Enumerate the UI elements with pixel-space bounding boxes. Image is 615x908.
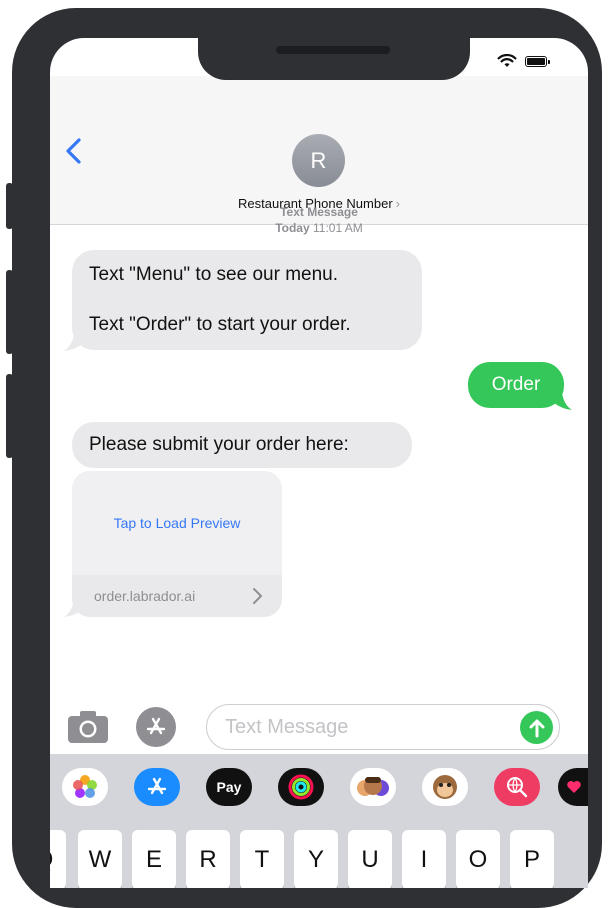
incoming-message-bubble[interactable]: Please submit your order here: [72, 422, 412, 468]
appstore-app-icon[interactable] [134, 768, 180, 806]
link-preview-card[interactable]: Tap to Load Preview order.labrador.ai [72, 471, 282, 617]
fitness-app-icon[interactable] [278, 768, 324, 806]
key-label: E [145, 846, 162, 873]
image-search-app-icon[interactable] [494, 768, 540, 806]
apple-pay-app-icon[interactable]: Pay [206, 768, 252, 806]
back-chevron-icon[interactable] [62, 136, 86, 166]
link-domain: order.labrador.ai [94, 588, 196, 604]
message-text-line: Text "Order" to start your order. [89, 314, 351, 335]
send-button[interactable] [520, 711, 553, 744]
chevron-right-icon [253, 588, 262, 604]
key-w[interactable]: W [78, 830, 122, 888]
tap-to-load-preview-link[interactable]: Tap to Load Preview [114, 515, 241, 531]
key-t[interactable]: T [240, 830, 284, 888]
key-label: W [88, 846, 112, 873]
notch [198, 38, 470, 80]
animoji-app-icon[interactable] [422, 768, 468, 806]
photos-flower-icon [73, 775, 97, 798]
key-o[interactable]: O [456, 830, 500, 888]
key-label: P [523, 846, 540, 873]
key-label: R [199, 846, 217, 873]
globe-search-icon [507, 777, 528, 798]
key-label: I [420, 846, 428, 873]
arrow-up-icon [529, 719, 544, 737]
key-label: O [468, 846, 488, 873]
heart-icon [567, 781, 581, 793]
key-r[interactable]: R [186, 830, 230, 888]
key-y[interactable]: Y [294, 830, 338, 888]
service-label: Text Message [280, 205, 358, 219]
digital-touch-app-icon[interactable] [558, 768, 588, 806]
activity-rings-icon [288, 774, 314, 800]
mute-switch [6, 183, 13, 229]
battery-icon [525, 55, 550, 67]
app-store-icon[interactable] [136, 707, 176, 747]
camera-icon[interactable] [66, 710, 110, 744]
avatar-initial: R [310, 147, 327, 173]
key-i[interactable]: I [402, 830, 446, 888]
key-label: U [361, 846, 379, 873]
message-timestamp: Text Message Today 11:01 AM [50, 204, 588, 236]
message-text-line: Text "Menu" to see our menu. [89, 264, 339, 285]
status-bar [497, 54, 550, 68]
contact-avatar[interactable]: R [292, 134, 345, 187]
key-label: Y [307, 846, 324, 873]
app-store-glyph-icon [146, 717, 166, 735]
volume-down-button [6, 374, 13, 458]
message-input[interactable]: Text Message [206, 704, 560, 750]
conversation-header: R Restaurant Phone Number › [50, 76, 588, 225]
message-text: Please submit your order here: [89, 434, 349, 455]
message-input-placeholder: Text Message [225, 715, 349, 738]
timestamp-time: 11:01 AM [312, 221, 363, 235]
earpiece-speaker [276, 46, 390, 54]
link-preview-area[interactable]: Tap to Load Preview [72, 471, 282, 575]
incoming-message-bubble[interactable]: Text "Menu" to see our menu. Text "Order… [72, 250, 422, 350]
apple-pay-label: Pay [216, 779, 242, 795]
timestamp-day: Today [275, 221, 310, 235]
volume-up-button [6, 270, 13, 354]
photos-app-icon[interactable] [62, 768, 108, 806]
monkey-face-icon [433, 775, 457, 799]
memoji-app-icon[interactable] [350, 768, 396, 806]
key-label: Q [50, 846, 53, 874]
key-u[interactable]: U [348, 830, 392, 888]
messages-screen: R Restaurant Phone Number › Text Message … [50, 38, 588, 888]
app-store-glyph-icon [147, 777, 167, 795]
key-p[interactable]: P [510, 830, 554, 888]
key-e[interactable]: E [132, 830, 176, 888]
link-preview-footer[interactable]: order.labrador.ai [72, 575, 282, 617]
wifi-icon [497, 54, 517, 67]
message-text: Order [491, 374, 541, 395]
outgoing-message-bubble[interactable]: Order [468, 362, 564, 408]
memoji-faces-icon [357, 777, 389, 796]
key-q[interactable]: Q [50, 830, 66, 888]
key-label: T [254, 846, 270, 873]
